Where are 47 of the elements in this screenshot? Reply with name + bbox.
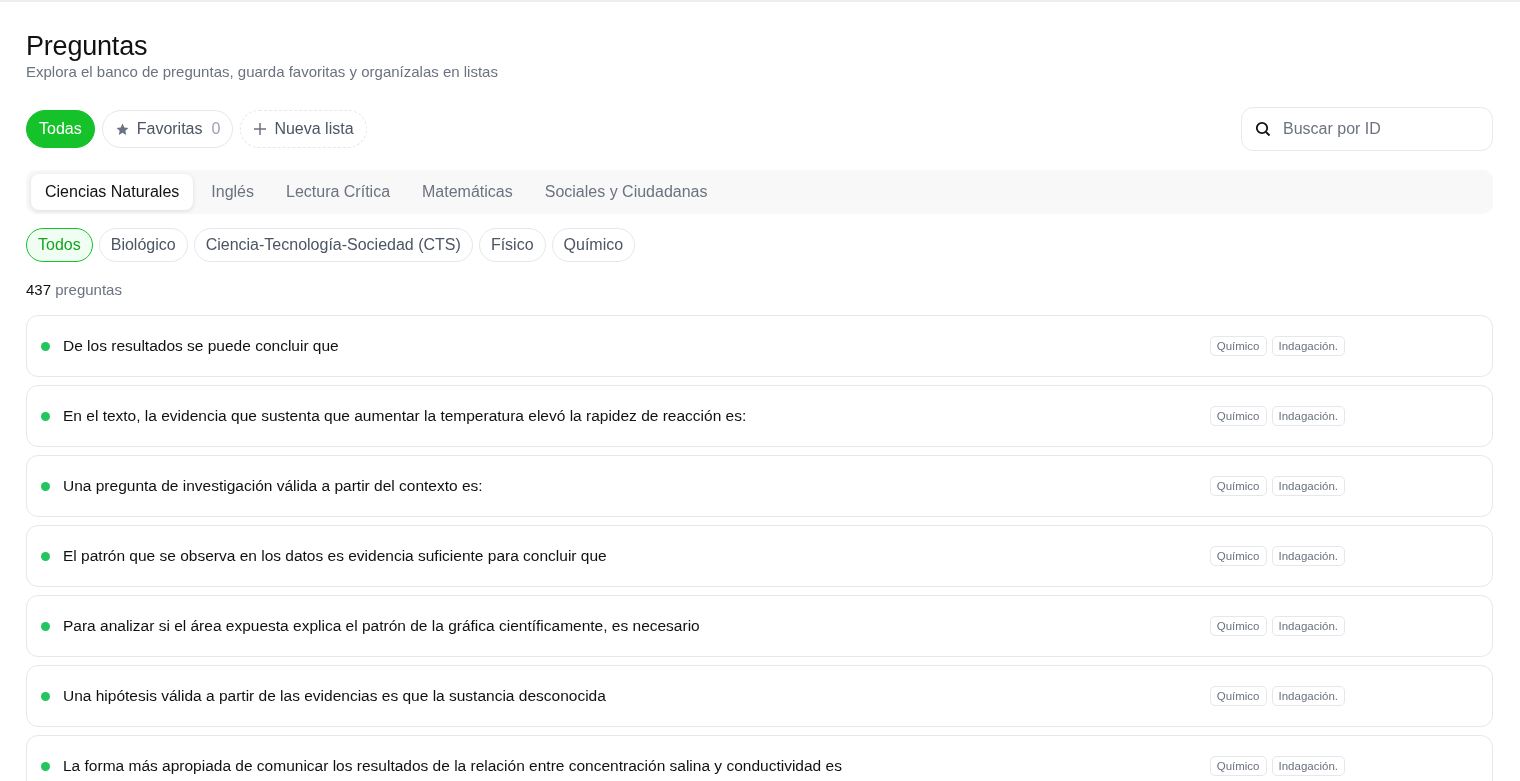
question-text: De los resultados se puede concluir que [63,337,340,355]
favorites-button[interactable]: Favoritas 0 [101,110,234,148]
question-card[interactable]: El patrón que se observa en los datos es evidencia suficiente para concluir que Químico Indagación. [26,525,1493,587]
question-text: En el texto, la evidencia que sustenta que aumentar la temperatura elevó la rapidez de reacción es: [63,407,748,425]
question-card[interactable]: Una pregunta de investigación válida a partir del contexto es: Químico Indagación. [26,455,1493,517]
search-field[interactable]: Buscar por ID [1241,107,1493,151]
tag: Químico [1209,476,1267,496]
tag: Químico [1209,406,1267,426]
plus-icon [253,122,268,136]
filter-chip[interactable]: Biológico [98,228,188,262]
tag: Indagación. [1271,406,1345,426]
tag: Indagación. [1271,756,1345,776]
tag: Indagación. [1271,476,1345,496]
question-card[interactable]: De los resultados se puede concluir que Químico Indagación. [26,315,1493,377]
page-title: Preguntas [26,30,149,62]
filter-chip[interactable]: Ciencia-Tecnología-Sociedad (CTS) [193,228,473,262]
tag: Químico [1209,616,1267,636]
question-text: La forma más apropiada de comunicar los resultados de la relación entre concentración salina y conductividad es [63,757,843,775]
subject-tab[interactable]: Ciencias Naturales [31,174,194,210]
question-text: Para analizar si el área expuesta explica el patrón de la gráfica científicamente, es necesario [63,617,701,635]
question-card[interactable]: Una hipótesis válida a partir de las evidencias es que la sustancia desconocida Químico Indagación. [26,665,1493,727]
tag: Químico [1209,686,1267,706]
subject-tab[interactable]: Inglés [197,174,268,210]
filter-chip[interactable]: Químico [551,228,636,262]
subject-tab[interactable]: Lectura Crítica [272,174,405,210]
tag: Químico [1209,336,1267,356]
tag: Químico [1209,546,1267,566]
question-text: Una hipótesis válida a partir de las evidencias es que la sustancia desconocida [63,687,607,705]
tag: Indagación. [1271,616,1345,636]
tag: Indagación. [1271,686,1345,706]
star-icon [114,121,130,137]
search-icon [1255,121,1271,137]
question-card[interactable]: En el texto, la evidencia que sustenta que aumentar la temperatura elevó la rapidez de reacción es: Químico Indagación. [26,385,1493,447]
new-list-button[interactable]: Nueva lista [240,110,367,148]
question-count: 437 [26,281,52,298]
subject-tab[interactable]: Matemáticas [408,174,527,210]
filter-chip[interactable]: Físico [478,228,546,262]
subject-tab[interactable]: Sociales y Ciudadanas [530,174,722,210]
page-subtitle: Explora el banco de preguntas, guarda favoritas y organízalas en listas [26,62,499,82]
tag: Indagación. [1271,336,1345,356]
question-card[interactable]: La forma más apropiada de comunicar los resultados de la relación entre concentración salina y conductividad es Químico Indagación. [26,735,1493,781]
tag: Químico [1209,756,1267,776]
question-text: Una pregunta de investigación válida a partir del contexto es: [63,477,484,495]
question-count-label: preguntas [55,281,122,298]
question-text: El patrón que se observa en los datos es evidencia suficiente para concluir que [63,547,608,565]
question-card[interactable]: Para analizar si el área expuesta explica el patrón de la gráfica científicamente, es necesario Químico Indagación. [26,595,1493,657]
tag: Indagación. [1271,546,1345,566]
